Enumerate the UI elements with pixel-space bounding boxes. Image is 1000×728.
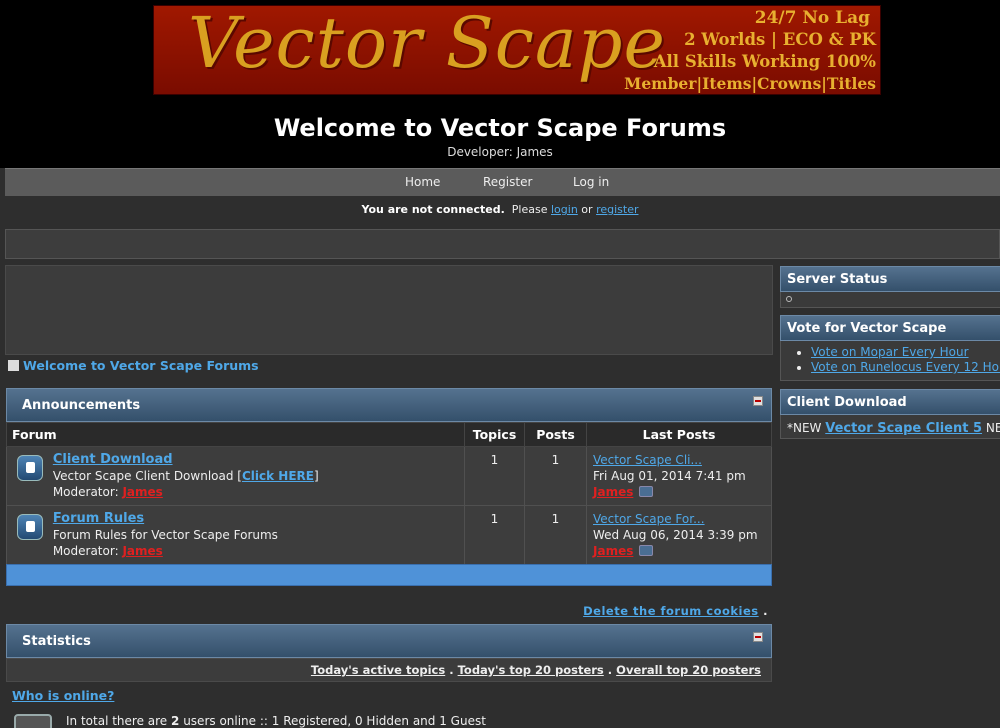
posts-count: 1 — [524, 505, 587, 565]
col-topics: Topics — [464, 422, 525, 447]
forum-description: Forum Rules for Vector Scape Forums — [52, 528, 278, 542]
table-row: Client Download Vector Scape Client Down… — [6, 446, 772, 506]
active-topics-link[interactable]: Today's active topics — [311, 663, 445, 677]
announcements-title: Announcements — [22, 398, 141, 413]
forum-link-forum-rules[interactable]: Forum Rules — [53, 511, 144, 526]
vote-mopar-link[interactable]: Vote on Mopar Every Hour — [811, 345, 969, 359]
forum-table: Forum Topics Posts Last Posts Client Dow… — [6, 422, 772, 565]
login-link[interactable]: login — [551, 203, 578, 216]
client-download-body: *NEW Vector Scape Client 5 NEW* — [780, 415, 1000, 439]
client-pre: *NEW — [787, 421, 822, 435]
or-text: or — [581, 203, 593, 216]
banner-line-4: Member|Items|Crowns|Titles — [624, 74, 876, 93]
site-subtitle: Developer: James — [447, 145, 553, 159]
moderator-label: Moderator: — [52, 485, 119, 499]
register-link[interactable]: register — [596, 203, 638, 216]
col-forum: Forum — [6, 422, 465, 447]
posts-count: 1 — [524, 446, 587, 506]
breadcrumb-link[interactable]: Welcome to Vector Scape Forums — [23, 358, 259, 373]
connection-status: You are not connected. Please login or r… — [0, 203, 1000, 216]
vote-runelocus-link[interactable]: Vote on Runelocus Every 12 Hours — [811, 360, 1000, 374]
banner-logo: Vector Scape — [188, 5, 666, 84]
nav-bar: Home Register Log in — [5, 168, 1000, 196]
col-posts: Posts — [524, 422, 587, 447]
goto-post-icon[interactable] — [639, 486, 654, 497]
collapse-icon[interactable] — [753, 396, 763, 406]
nav-login[interactable]: Log in — [573, 175, 609, 189]
announcements-footer — [6, 564, 772, 586]
banner-line-3: All Skills Working 100% — [653, 52, 876, 71]
client-download-header: Client Download — [780, 389, 1000, 415]
last-post-user[interactable]: James — [593, 485, 633, 499]
bracket-close: ] — [313, 469, 319, 483]
status-indicator-icon — [786, 296, 792, 302]
please-text: Please — [511, 203, 548, 216]
last-post-user[interactable]: James — [593, 544, 633, 558]
client-post: NEW* — [985, 421, 1000, 435]
top-20-today-link[interactable]: Today's top 20 posters — [458, 663, 604, 677]
nav-register[interactable]: Register — [483, 175, 532, 189]
statistics-title: Statistics — [22, 634, 91, 649]
separator: . — [449, 663, 454, 677]
moderator-label: Moderator: — [52, 544, 119, 558]
collapse-icon[interactable] — [753, 632, 763, 642]
last-post-date: Fri Aug 01, 2014 7:41 pm — [593, 469, 746, 483]
moderator-link[interactable]: James — [122, 485, 162, 499]
forum-icon — [17, 514, 43, 540]
delete-cookies-link[interactable]: Delete the forum cookies — [583, 604, 758, 618]
moderator-link[interactable]: James — [122, 544, 162, 558]
forum-icon — [17, 455, 43, 481]
delete-cookies: Delete the forum cookies . — [583, 604, 768, 618]
topics-count: 1 — [464, 446, 525, 506]
banner-line-1: 24/7 No Lag — [754, 8, 870, 28]
online-summary: In total there are 2 users online :: 1 R… — [66, 714, 486, 728]
server-status-header: Server Status — [780, 266, 1000, 292]
vote-body: Vote on Mopar Every Hour Vote on Runeloc… — [780, 341, 1000, 381]
top-20-overall-link[interactable]: Overall top 20 posters — [616, 663, 761, 677]
separator: . — [607, 663, 613, 677]
secondary-bar — [5, 229, 1000, 259]
breadcrumb: Welcome to Vector Scape Forums — [8, 358, 259, 373]
header: Vector Scape 24/7 No Lag 2 Worlds | ECO … — [0, 0, 1000, 168]
click-here-link[interactable]: Click HERE — [242, 469, 314, 483]
banner-image[interactable]: Vector Scape 24/7 No Lag 2 Worlds | ECO … — [153, 5, 881, 95]
client-download-title: Client Download — [787, 395, 907, 410]
online-users-icon — [14, 714, 52, 728]
table-row: Forum Rules Forum Rules for Vector Scape… — [6, 505, 772, 565]
server-status-title: Server Status — [787, 272, 888, 287]
announcements-header: Announcements — [6, 388, 772, 422]
statistics-links: Today's active topics . Today's top 20 p… — [6, 658, 772, 682]
nav-home[interactable]: Home — [405, 175, 440, 189]
last-post-date: Wed Aug 06, 2014 3:39 pm — [593, 528, 758, 542]
server-status-body — [780, 292, 1000, 308]
last-post-link[interactable]: Vector Scape For... — [593, 512, 705, 526]
client-download-link[interactable]: Vector Scape Client 5 — [825, 421, 982, 436]
online-post: users online :: 1 Registered, 0 Hidden a… — [183, 714, 486, 728]
content-box — [5, 265, 773, 355]
goto-post-icon[interactable] — [639, 545, 654, 556]
last-post-link[interactable]: Vector Scape Cli... — [593, 453, 702, 467]
who-is-online-link[interactable]: Who is online? — [12, 688, 114, 703]
arrow-icon — [8, 360, 19, 371]
forum-link-client-download[interactable]: Client Download — [53, 452, 173, 467]
topics-count: 1 — [464, 505, 525, 565]
forum-description: Vector Scape Client Download [ — [52, 469, 242, 483]
statistics-header: Statistics — [6, 624, 772, 658]
not-connected-text: You are not connected. — [361, 203, 505, 216]
online-count: 2 — [171, 714, 180, 728]
banner-line-2: 2 Worlds | ECO & PK — [684, 30, 876, 49]
vote-header: Vote for Vector Scape — [780, 315, 1000, 341]
online-pre: In total there are — [66, 714, 168, 728]
col-last-posts: Last Posts — [586, 422, 772, 447]
site-title: Welcome to Vector Scape Forums — [273, 114, 727, 142]
vote-title: Vote for Vector Scape — [787, 321, 947, 336]
